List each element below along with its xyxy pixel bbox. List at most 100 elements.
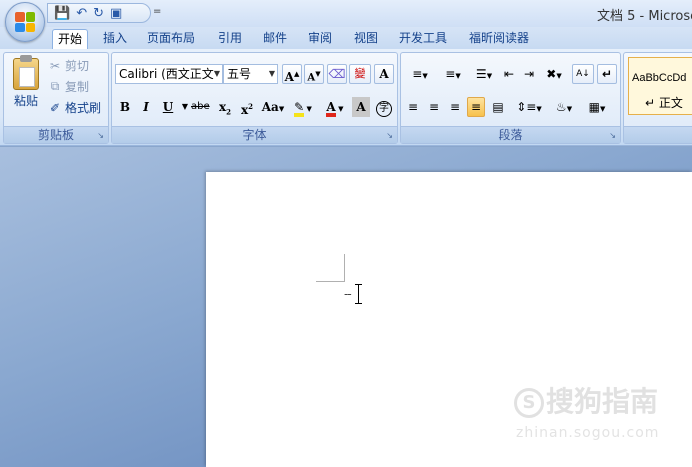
show-marks-button[interactable]: ↵ [597, 64, 617, 84]
paint-bucket-icon: ♨ [555, 100, 567, 114]
office-logo-icon [15, 12, 35, 32]
chinese-layout-button[interactable]: ✖▼ [541, 64, 567, 84]
paste-label: 粘贴 [13, 94, 38, 108]
enclose-characters-button[interactable]: 字 [374, 97, 394, 117]
bullet-list-icon: ≡ [412, 67, 423, 81]
clipboard-launcher-icon[interactable]: ↘ [97, 131, 104, 140]
margin-corner-mark [316, 281, 344, 282]
shrink-font-button[interactable]: A▼ [304, 64, 324, 84]
paragraph-group-label: 段落 [401, 126, 620, 143]
highlight-button[interactable]: ✎ ▼ [288, 97, 318, 117]
bullets-button[interactable]: ≡▼ [404, 64, 436, 84]
font-group-label: 字体 [112, 126, 397, 143]
italic-button[interactable]: I [137, 97, 155, 117]
border-icon: ▦ [588, 100, 600, 114]
tab-references[interactable]: 引用 [213, 29, 247, 49]
tab-insert[interactable]: 插入 [98, 29, 132, 49]
clipboard-icon [13, 55, 39, 90]
align-center-icon: ≡ [428, 100, 440, 114]
bold-button[interactable]: B [116, 97, 134, 117]
quick-access-toolbar: 💾 ↶ ↻ ▣ [47, 3, 151, 23]
distributed-icon: ▤ [492, 100, 504, 114]
align-left-button[interactable]: ≡ [404, 97, 422, 117]
margin-corner-mark [344, 254, 345, 282]
chinese-layout-icon: ✖ [546, 67, 557, 81]
tab-foxit-reader[interactable]: 福昕阅读器 [464, 29, 534, 49]
align-center-button[interactable]: ≡ [425, 97, 443, 117]
tab-view[interactable]: 视图 [349, 29, 383, 49]
clipboard-group-label: 剪贴板 [4, 126, 108, 143]
format-painter-label: 格式刷 [65, 101, 102, 115]
align-right-button[interactable]: ≡ [446, 97, 464, 117]
style-normal-tile[interactable]: AaBbCcDd ↵ 正文 [628, 57, 692, 115]
font-color-button[interactable]: A ▼ [320, 97, 350, 117]
indent-icon: ⇥ [523, 67, 535, 81]
watermark: S 搜狗指南 [514, 380, 658, 420]
font-name-value: Calibri (西文正文 [119, 67, 214, 81]
cut-button[interactable]: ✂ 剪切 [48, 57, 89, 74]
ribbon: 粘贴 ✂ 剪切 ⧉ 复制 ✐ 格式刷 剪贴板 ↘ Calibri (西文正文 ▼… [0, 49, 692, 146]
justify-button[interactable]: ≡ [467, 97, 485, 117]
window-title: 文档 5 - Microsc [597, 9, 692, 24]
phonetic-guide-button[interactable]: 變 [349, 64, 371, 84]
customize-qat-button[interactable]: = [153, 6, 161, 17]
save-icon[interactable]: 💾 [54, 7, 70, 20]
copy-button[interactable]: ⧉ 复制 [48, 78, 89, 95]
phonetic-guide-label: 變 [354, 67, 366, 80]
multilevel-list-button[interactable]: ☰▼ [470, 64, 498, 84]
font-group: Calibri (西文正文 ▼ 五号 ▼ A▲ A▼ ⌫ 變 A B I U ▼… [111, 52, 398, 144]
paragraph-launcher-icon[interactable]: ↘ [609, 131, 616, 140]
increase-indent-button[interactable]: ⇥ [520, 64, 538, 84]
office-button[interactable] [5, 2, 45, 42]
line-spacing-button[interactable]: ⇕≡▼ [513, 97, 545, 117]
brush-icon: ✐ [49, 100, 61, 115]
underline-button[interactable]: U [159, 97, 177, 117]
line-spacing-icon: ⇕≡ [516, 100, 537, 114]
highlighter-icon: ✎ [294, 101, 305, 117]
font-launcher-icon[interactable]: ↘ [386, 131, 393, 140]
grow-font-button[interactable]: A▲ [282, 64, 302, 84]
superscript-button[interactable]: x2 [238, 97, 256, 117]
format-painter-button[interactable]: ✐ 格式刷 [48, 99, 101, 116]
change-case-button[interactable]: Aa▼ [260, 97, 286, 117]
scissors-icon: ✂ [49, 58, 61, 73]
numbering-button[interactable]: ≡▼ [437, 64, 469, 84]
watermark-text: 搜狗指南 [546, 385, 659, 418]
clipboard-group: 粘贴 ✂ 剪切 ⧉ 复制 ✐ 格式刷 剪贴板 ↘ [3, 52, 109, 144]
strikethrough-button[interactable]: abe [190, 97, 211, 117]
tab-page-layout[interactable]: 页面布局 [142, 29, 200, 49]
document-page[interactable] [206, 172, 692, 467]
grow-font-label: A [284, 70, 294, 84]
tab-mailings[interactable]: 邮件 [258, 29, 292, 49]
decrease-indent-button[interactable]: ⇤ [500, 64, 518, 84]
numbered-list-icon: ≡ [445, 67, 456, 81]
undo-icon[interactable]: ↶ [76, 7, 87, 20]
font-name-combo[interactable]: Calibri (西文正文 ▼ [115, 64, 223, 84]
align-right-icon: ≡ [449, 100, 461, 114]
cut-label: 剪切 [65, 59, 90, 73]
char-border-button[interactable]: A [374, 64, 394, 84]
ribbon-tabs: 开始 插入 页面布局 引用 邮件 审阅 视图 开发工具 福昕阅读器 [0, 27, 692, 49]
watermark-url: zhinan.sogou.com [516, 425, 660, 441]
redo-icon[interactable]: ↻ [93, 7, 104, 20]
tab-review[interactable]: 审阅 [303, 29, 337, 49]
justify-icon: ≡ [470, 100, 482, 114]
paste-button[interactable]: 粘贴 [9, 55, 43, 118]
clear-format-button[interactable]: ⌫ [327, 64, 347, 84]
paragraph-mark: -- [344, 287, 352, 301]
borders-button[interactable]: ▦▼ [582, 97, 612, 117]
sogou-logo-icon: S [514, 388, 544, 418]
copy-label: 复制 [65, 80, 90, 94]
subscript-button[interactable]: x2 [216, 97, 234, 117]
align-left-icon: ≡ [407, 100, 419, 114]
chevron-down-icon: ▼ [268, 69, 275, 78]
shading-button[interactable]: ♨▼ [548, 97, 580, 117]
char-shading-button[interactable]: A [352, 97, 370, 117]
sort-button[interactable]: A↓ [572, 64, 594, 84]
print-icon[interactable]: ▣ [110, 7, 122, 20]
font-size-combo[interactable]: 五号 ▼ [223, 64, 278, 84]
tab-home[interactable]: 开始 [52, 29, 89, 49]
text-cursor [355, 284, 362, 304]
distributed-button[interactable]: ▤ [489, 97, 507, 117]
tab-developer[interactable]: 开发工具 [394, 29, 452, 49]
